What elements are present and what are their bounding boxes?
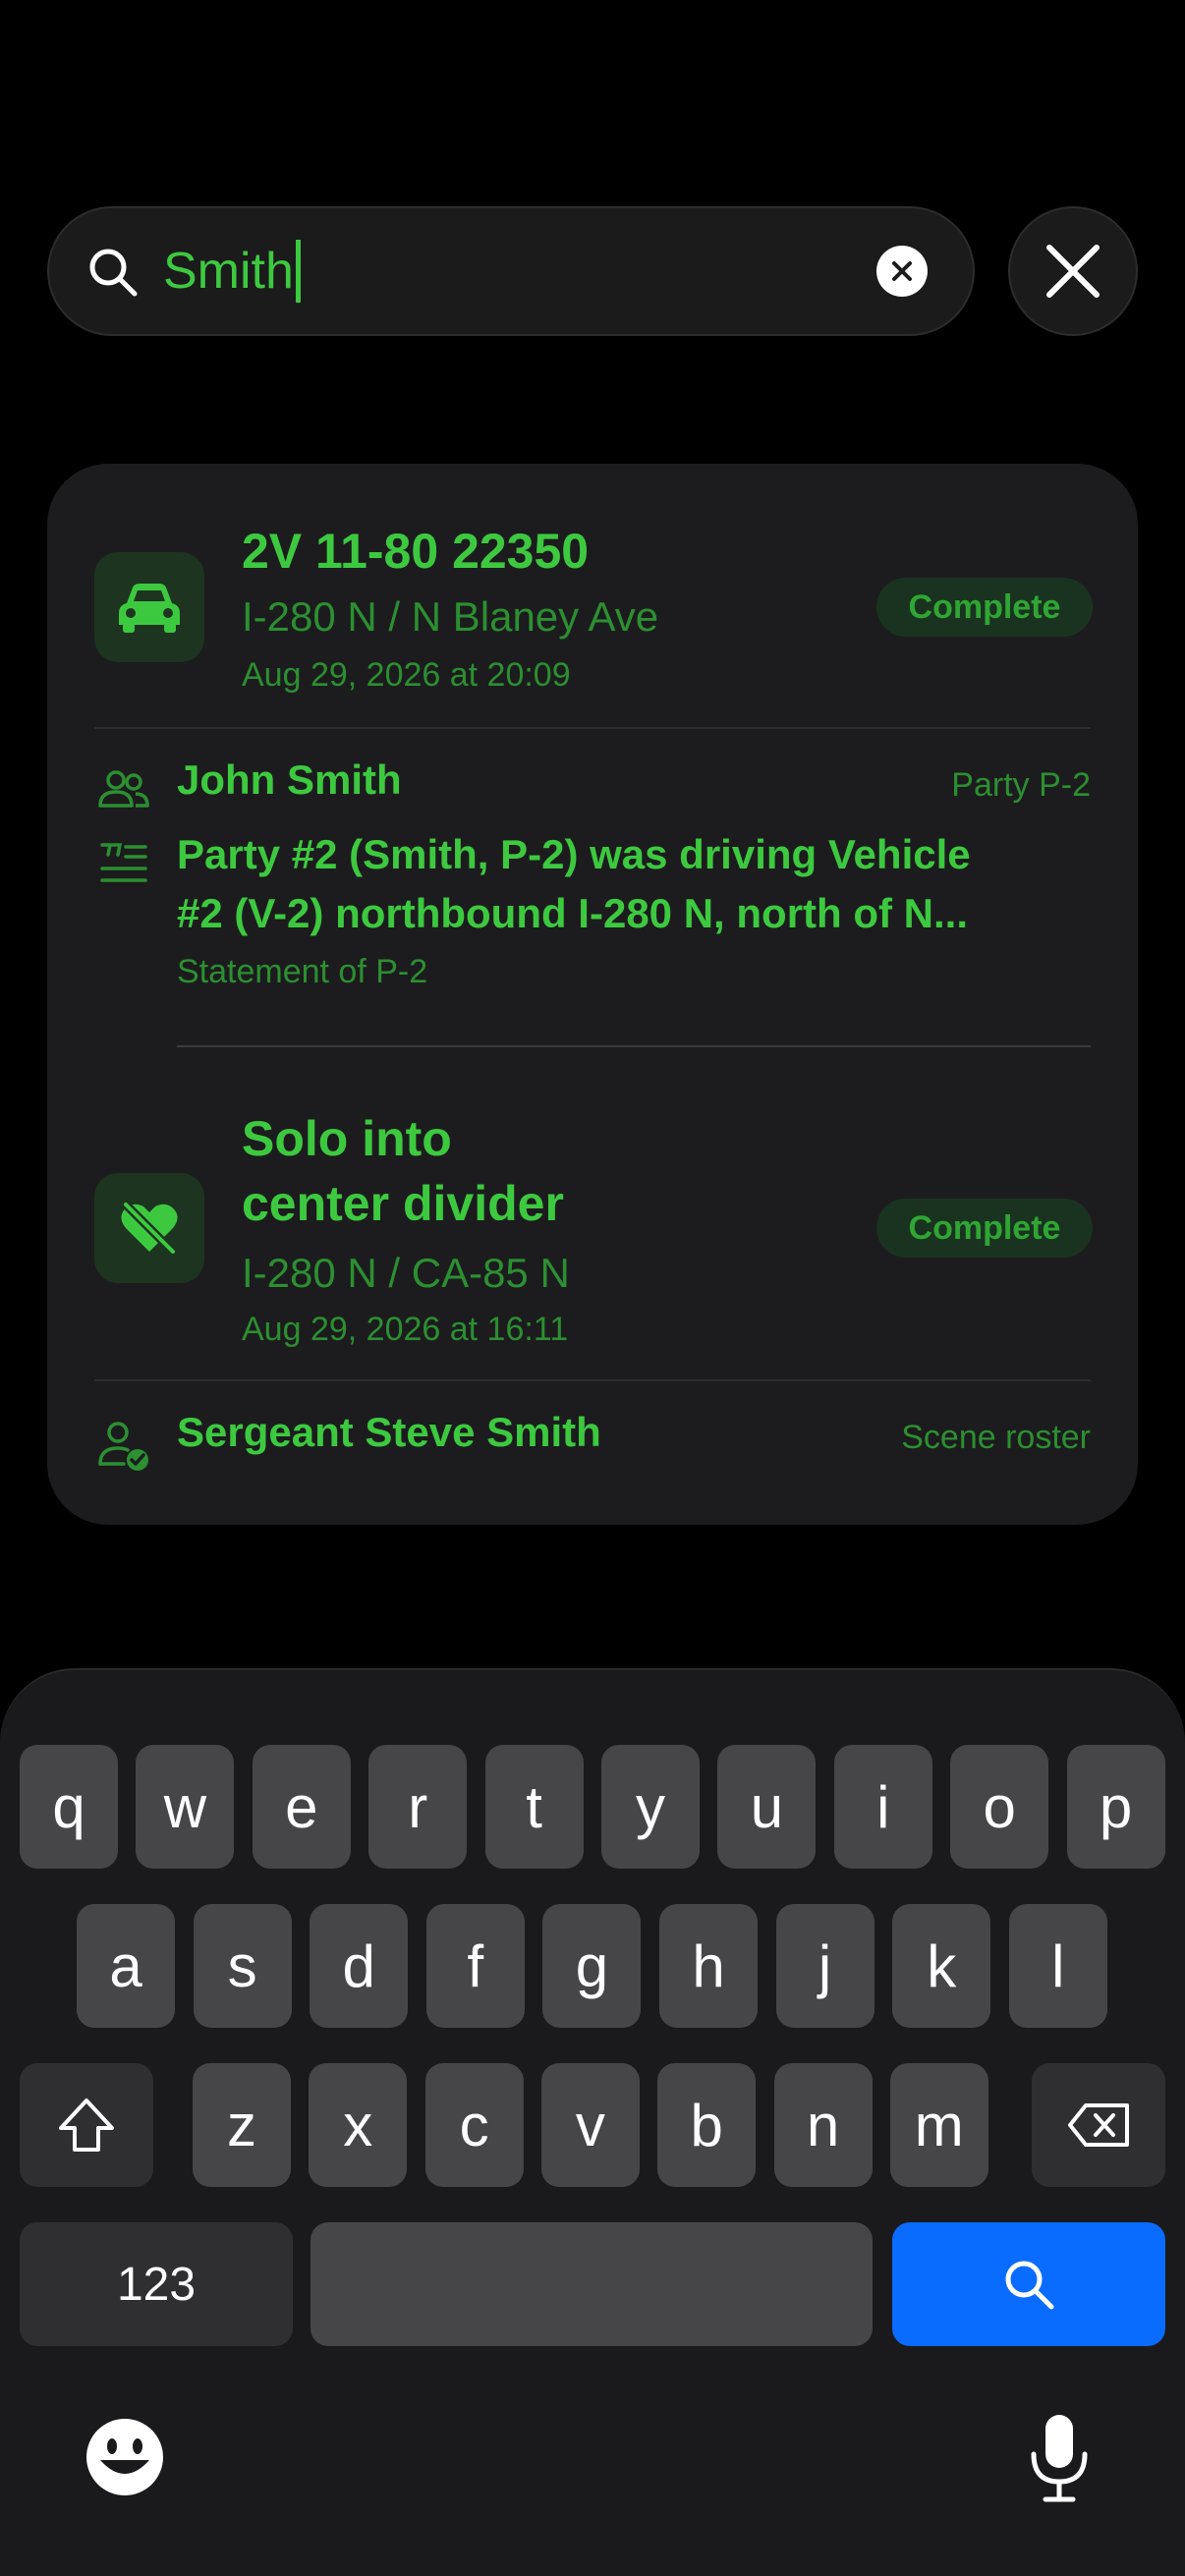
on-screen-keyboard: qwertyuiop asdfghjkl zxcvbnm 123	[0, 1668, 1185, 2576]
divider	[177, 1045, 1091, 1047]
key-q[interactable]: q	[20, 1745, 118, 1869]
key-d[interactable]: d	[310, 1904, 409, 2028]
key-v[interactable]: v	[540, 2063, 640, 2187]
incident-datetime: Aug 29, 2026 at 20:09	[242, 656, 571, 694]
incident-thumbnail	[94, 1173, 204, 1283]
key-x[interactable]: x	[309, 2063, 408, 2187]
heart-slash-icon	[121, 1200, 178, 1257]
xmark-icon	[1046, 245, 1100, 298]
key-h[interactable]: h	[659, 1904, 758, 2028]
delete-backward-icon	[1068, 2103, 1129, 2147]
xmark-circle-icon	[892, 261, 912, 281]
key-r[interactable]: r	[368, 1745, 468, 1869]
key-m[interactable]: m	[889, 2063, 988, 2187]
statement-text: Party #2 (Smith, P-2) was driving Vehicl…	[177, 825, 1100, 943]
clear-search-button[interactable]	[876, 246, 928, 297]
close-search-button[interactable]	[1008, 206, 1138, 336]
person-tag: Party P-2	[951, 766, 1091, 804]
delete-key[interactable]	[1032, 2063, 1165, 2187]
key-p[interactable]: p	[1066, 1745, 1165, 1869]
search-icon	[89, 249, 138, 297]
key-i[interactable]: i	[833, 1745, 932, 1869]
statement-line-1: Party #2 (Smith, P-2) was driving Vehicl…	[177, 831, 971, 877]
space-key[interactable]	[310, 2222, 873, 2346]
key-f[interactable]: f	[425, 1904, 525, 2028]
key-c[interactable]: c	[424, 2063, 524, 2187]
screen: Smith 2V 11-80 22350 I-280 N / N Blaney …	[0, 0, 1185, 2576]
person-check-icon	[98, 1422, 148, 1471]
person-name: Sergeant Steve Smith	[177, 1409, 601, 1455]
key-b[interactable]: b	[657, 2063, 757, 2187]
incident-location: I-280 N / N Blaney Ave	[242, 593, 659, 640]
key-e[interactable]: e	[252, 1745, 351, 1869]
person-tag: Scene roster	[901, 1419, 1091, 1456]
key-s[interactable]: s	[193, 1904, 292, 2028]
status-badge: Complete	[876, 578, 1093, 637]
car-icon	[119, 584, 180, 633]
key-j[interactable]: j	[775, 1904, 875, 2028]
statement-line-2: #2 (V-2) northbound I-280 N, north of N.…	[177, 890, 968, 936]
key-n[interactable]: n	[773, 2063, 873, 2187]
people-icon	[98, 770, 149, 808]
divider	[94, 727, 1091, 729]
status-badge: Complete	[876, 1199, 1093, 1258]
search-submit-key[interactable]	[892, 2222, 1165, 2346]
statement-caption: Statement of P-2	[177, 953, 428, 990]
key-l[interactable]: l	[1008, 1904, 1107, 2028]
microphone-icon[interactable]	[1028, 2413, 1091, 2503]
text-caret	[295, 240, 301, 303]
incident-title-line-2: center divider	[242, 1176, 564, 1231]
key-u[interactable]: u	[717, 1745, 817, 1869]
divider	[94, 1379, 1091, 1381]
search-results-card: 2V 11-80 22350 I-280 N / N Blaney Ave Au…	[47, 464, 1138, 1525]
quote-text-icon	[100, 843, 147, 882]
incident-location: I-280 N / CA-85 N	[242, 1250, 570, 1296]
key-y[interactable]: y	[601, 1745, 700, 1869]
shift-icon	[59, 2099, 114, 2152]
search-field[interactable]: Smith	[47, 206, 975, 336]
incident-thumbnail	[94, 552, 204, 662]
incident-title-line-1: Solo into	[242, 1111, 452, 1166]
numbers-key[interactable]: 123	[20, 2222, 293, 2346]
search-icon	[1005, 2261, 1054, 2310]
key-t[interactable]: t	[484, 1745, 584, 1869]
key-k[interactable]: k	[892, 1904, 991, 2028]
key-z[interactable]: z	[193, 2063, 291, 2187]
key-w[interactable]: w	[136, 1745, 235, 1869]
search-query-text[interactable]: Smith	[163, 208, 301, 334]
key-o[interactable]: o	[950, 1745, 1049, 1869]
shift-key[interactable]	[20, 2063, 153, 2187]
key-a[interactable]: a	[77, 1904, 175, 2028]
person-name: John Smith	[177, 756, 402, 803]
emoji-icon[interactable]	[85, 2417, 165, 2497]
incident-datetime: Aug 29, 2026 at 16:11	[242, 1311, 569, 1348]
incident-title: 2V 11-80 22350	[242, 524, 590, 579]
key-g[interactable]: g	[542, 1904, 642, 2028]
